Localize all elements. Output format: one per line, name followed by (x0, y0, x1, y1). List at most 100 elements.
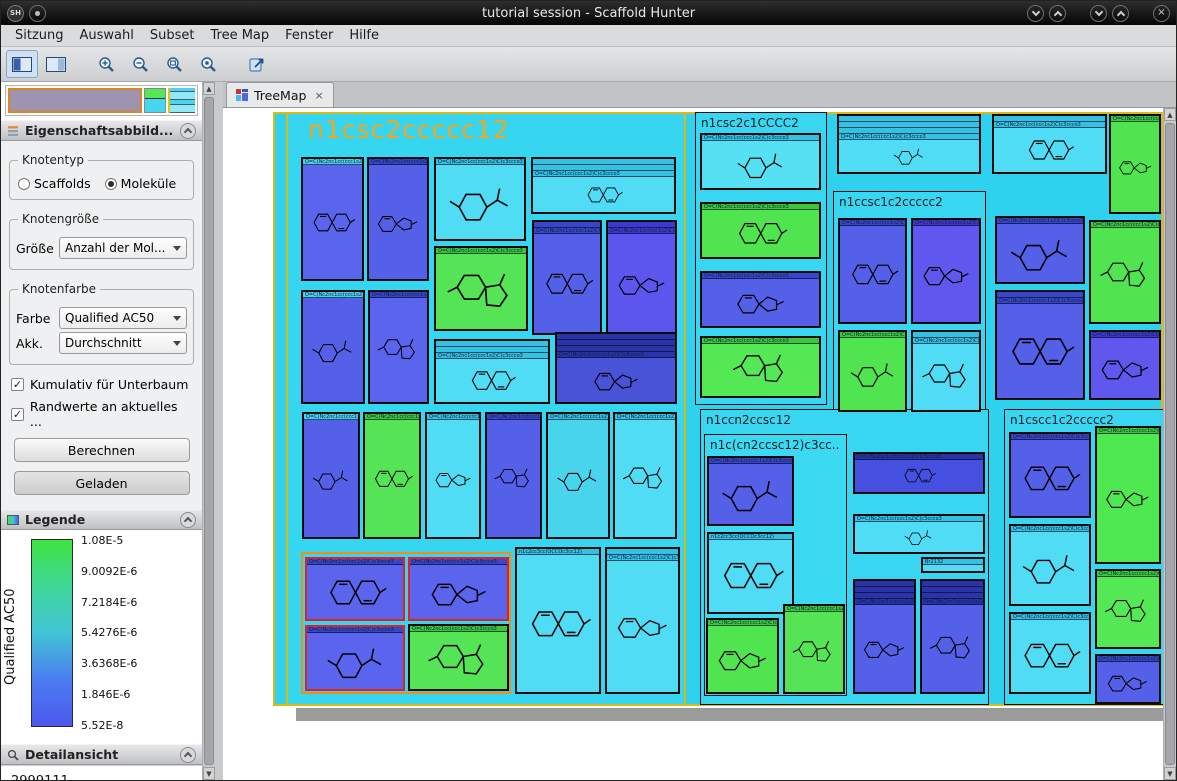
detail-panel-header[interactable]: Detailansicht (1, 744, 202, 765)
treemap-node[interactable]: O=C(Nc2nc1cc(ccc1s2)C)c3ccco3 (606, 220, 677, 335)
treemap-node[interactable]: O=C(Nc2nc1cc(ccc1s2)C)c3ccco3 (706, 618, 779, 694)
treemap-node[interactable]: O=C(Nc2nc1cc(ccc1s2)C)c3ccco3 (911, 218, 981, 324)
treemap-node[interactable]: O=C(Nc2nc1cc(ccc1s2)C)c3ccco3 (700, 336, 821, 398)
treemap-node[interactable]: O=C(Nc2nc1cc(ccc1s2)C)c3ccco3 (995, 216, 1085, 284)
treemap-node[interactable]: O=C(Nc2nc1cc(ccc1s2)C)c3ccco3 (992, 114, 1107, 174)
treemap-node[interactable]: O=C(Nc2nc1cc(ccc1s2)C)c3ccco3 (301, 157, 364, 281)
keep-below-button[interactable] (1027, 4, 1044, 22)
treemap-node[interactable]: O=C(Nc2nc1cc(ccc1s2)C)c3ccco3 (408, 557, 509, 621)
canvas-scrollbar[interactable]: ▲ ▼ (1163, 108, 1176, 780)
treemap-node[interactable]: O=C(Nc2nc1cc(ccc1s2)C)c3ccco3 (838, 218, 907, 324)
treemap-node[interactable]: O=C(Nc2nc1cc(ccc1s2)C)c3ccco3 (1089, 220, 1161, 324)
treemap-node[interactable]: O=C(Nc2nc1cc(ccc1s2)C)c3ccco3 (555, 332, 677, 404)
scroll-up-button[interactable]: ▲ (1164, 108, 1176, 121)
minimap-viewport[interactable] (8, 88, 142, 113)
treemap-node[interactable]: O=C(Nc2nc1cc(ccc1s2)C)c3ccco3 (853, 514, 985, 554)
zoom-in-button[interactable] (90, 50, 122, 78)
sidebar-scrollbar[interactable]: ▲ ▼ (202, 82, 215, 780)
treemap-node[interactable]: O=C(Nc2nc1cc(ccc1s2)C)c3ccco3 (911, 330, 981, 412)
treemap-node[interactable]: O=C(Nc2nc1cc(ccc1s2)C)c3ccco3 (995, 290, 1085, 400)
treemap-node[interactable]: O=C(Nc2nc1cc(ccc1s2)C)c3ccco3 (1095, 654, 1161, 704)
treemap-node[interactable]: O=C(Nc2nc1cc(ccc1s2)C)c3ccco3 (1095, 569, 1161, 649)
scroll-down-button[interactable]: ▼ (1164, 767, 1176, 780)
loaded-button[interactable]: Geladen (13, 471, 190, 495)
titlebar[interactable]: SH tutorial session - Scaffold Hunter × (1, 1, 1176, 25)
treemap-node[interactable]: O=C(Nc2nc1cc(ccc1s2)C)c3ccco3 (434, 246, 528, 331)
menu-treemap[interactable]: Tree Map (203, 26, 278, 45)
treemap-node[interactable]: O=C(Nc2nc1cc(ccc1s2)C)c3ccco3 (367, 157, 429, 281)
window-menu-button[interactable] (29, 4, 46, 22)
treemap-node[interactable]: O=C(Nc2nc1cc(ccc1s2)C)c3ccco3 (1009, 432, 1091, 518)
menu-auswahl[interactable]: Auswahl (72, 26, 142, 45)
treemap-node[interactable]: O=C(Nc2nc1cc(ccc1s2)C)c3ccco3 (700, 271, 821, 328)
zoom-out-button[interactable] (124, 50, 156, 78)
export-image-button[interactable] (242, 50, 274, 78)
treemap-node[interactable]: O=C(Nc2nc1cc(ccc1s2)C)c3ccco3 (434, 339, 550, 404)
maximize-button[interactable] (1112, 4, 1129, 22)
radio-scaffolds[interactable]: Scaffolds (18, 176, 91, 191)
treemap-node[interactable]: O=C(Nc2nc1cc(ccc1s2)C)c3ccco3 (363, 412, 421, 539)
size-attribute-select[interactable]: Anzahl der Mol... (59, 237, 187, 259)
sidebar-layout-button[interactable] (6, 50, 38, 78)
menu-hilfe[interactable]: Hilfe (341, 26, 387, 45)
menu-subset[interactable]: Subset (142, 26, 203, 45)
menu-sitzung[interactable]: Sitzung (7, 26, 72, 45)
treemap-node[interactable]: O=C(Nc2nc1cc(ccc1s2)C)c3ccco3 (531, 157, 676, 214)
scrollbar-thumb[interactable] (1165, 123, 1175, 765)
node-title-bar[interactable]: Br2132 (923, 559, 983, 565)
menu-fenster[interactable]: Fenster (277, 26, 341, 45)
checkbox-edge-values[interactable]: ✓ Randwerte an aktuelles ... (11, 399, 192, 429)
treemap-node[interactable]: O=C(Nc2nc1cc(ccc1s2)C)c3ccco3 (1009, 612, 1091, 694)
treemap-node[interactable]: O=C(Nc2nc1cc(ccc1s2)C)c3ccco3 (1095, 426, 1161, 564)
treemap-node[interactable]: O=C(Nc2nc1cc(ccc1s2)C)c3ccco3 (853, 452, 985, 494)
treemap-node[interactable]: O=C(Nc2nc1cc(ccc1s2)C)c3ccco3 (305, 625, 405, 691)
split-layout-button[interactable] (40, 50, 72, 78)
treemap-node[interactable]: O=C(Nc2nc1cc(ccc1s2)C)c3ccco3 (408, 624, 509, 691)
treemap-node[interactable]: Br2132 (921, 557, 985, 573)
treemap-node[interactable]: O=C(Nc2nc1cc(ccc1s2)C)c3ccco3 (1009, 524, 1091, 606)
treemap-node[interactable]: O=C(Nc2nc1cc(ccc1s2)C)c3ccco3 (700, 202, 821, 259)
accumulation-select[interactable]: Durchschnitt (59, 332, 187, 354)
collapse-panel-button[interactable] (180, 122, 196, 139)
treemap-node[interactable]: O=C(Nc2nc1cc(ccc1s2)C)c3ccco3 (837, 114, 981, 174)
scrollbar-track[interactable] (1164, 121, 1176, 767)
treemap-canvas[interactable]: n1csc2ccccc12 n1csc2c1CCCC2 n1ccsc1c2ccccc… (223, 108, 1176, 780)
color-attribute-select[interactable]: Qualified AC50 (59, 307, 187, 329)
close-button[interactable]: × (1153, 4, 1170, 22)
compute-button[interactable]: Berechnen (13, 438, 190, 462)
treemap-node[interactable]: O=C(Nc2nc1cc(ccc1s2)C)c3ccco3 (305, 557, 405, 621)
treemap-node[interactable]: O=C(Nc2nc1cc(ccc1s2)C)c3ccco3 (434, 157, 526, 241)
collapse-panel-button[interactable] (180, 746, 196, 763)
treemap-node[interactable]: O=C(Nc2nc1cc(ccc1s2)C)c3ccco3 (700, 133, 821, 190)
legend-panel-header[interactable]: Legende (1, 509, 202, 530)
radio-molecules[interactable]: Moleküle (104, 176, 176, 191)
treemap-overview-minimap[interactable] (5, 85, 198, 116)
minimize-button[interactable] (1090, 4, 1107, 22)
scrollbar-track[interactable] (203, 95, 215, 767)
treemap-node[interactable]: O=C(Nc2nc1cc(ccc1s2)C)c3ccco3 (532, 220, 602, 335)
keep-above-button[interactable] (1049, 4, 1066, 22)
treemap-node[interactable]: O=C(Nc2nc1cc(ccc1s2)C)c3ccco3 (853, 579, 916, 694)
treemap-node[interactable]: O=C(Nc2nc1cc(ccc1s2)C)c3ccco3 (302, 412, 360, 539)
tab-treemap[interactable]: TreeMap × (226, 82, 334, 107)
treemap-node[interactable]: O=C(Nc2nc1cc(ccc1s2)C)c3ccco3 (1109, 114, 1161, 214)
zoom-fit-button[interactable] (158, 50, 190, 78)
treemap-node[interactable]: O=C(Nc2nc1cc(ccc1s2)C)c3ccco3 (783, 604, 845, 694)
scrollbar-thumb[interactable] (204, 97, 214, 765)
treemap-node[interactable]: O=C(Nc2nc1cc(ccc1s2)C)c3ccco3 (425, 412, 481, 539)
treemap-node[interactable]: O=C(Nc2nc1cc(ccc1s2)C)c3ccco3 (707, 456, 794, 526)
treemap-node[interactable]: O=C(Nc2nc1cc(ccc1s2)C)c3ccco3 (485, 412, 542, 539)
scroll-up-button[interactable]: ▲ (203, 82, 215, 95)
checkbox-cumulative-subtree[interactable]: ✓ Kumulativ für Unterbaum (11, 377, 192, 392)
treemap-node[interactable]: n1c2cc3cc(OCCOc3cc12) (707, 532, 794, 614)
treemap-node[interactable]: O=C(Nc2nc1cc(ccc1s2)C)c3ccco3 (1089, 330, 1161, 400)
treemap-node[interactable]: O=C(Nc2nc1cc(ccc1s2)C)c3ccco3 (546, 412, 610, 539)
properties-panel-header[interactable]: Eigenschaftsabbild... (1, 120, 202, 141)
treemap-node[interactable]: O=C(Nc2nc1cc(ccc1s2)C)c3ccco3 (605, 547, 680, 694)
treemap-node[interactable]: O=C(Nc2nc1cc(ccc1s2)C)c3ccco3 (301, 290, 365, 404)
treemap-node[interactable]: O=C(Nc2nc1cc(ccc1s2)C)c3ccco3 (368, 290, 429, 404)
collapse-panel-button[interactable] (180, 511, 196, 528)
treemap-node[interactable]: n1c2cc3cc(OCCOc3cc12) (515, 547, 601, 694)
treemap-node[interactable]: O=C(Nc2nc1cc(ccc1s2)C)c3ccco3 (613, 412, 677, 539)
scroll-down-button[interactable]: ▼ (203, 767, 215, 780)
